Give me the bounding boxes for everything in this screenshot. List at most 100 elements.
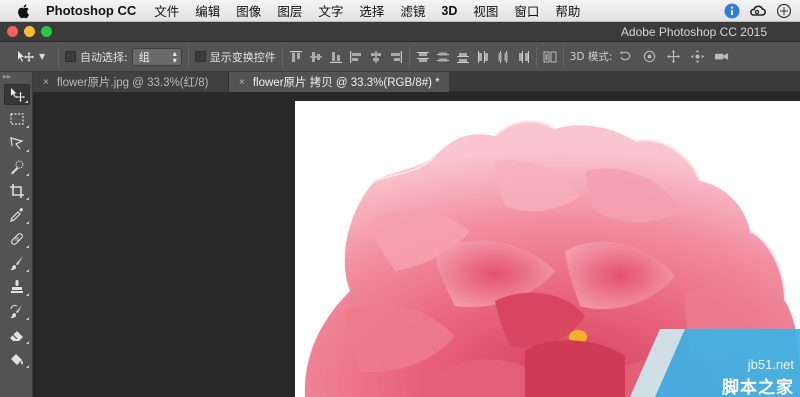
paint-bucket-tool-icon <box>11 353 23 365</box>
distribute-vcenter-icon[interactable] <box>436 50 450 64</box>
chevron-down-icon: ▼ <box>39 52 46 61</box>
3d-pan-icon[interactable] <box>666 49 681 64</box>
window-title: Adobe Photoshop CC 2015 <box>620 25 767 39</box>
divider <box>58 46 59 67</box>
document-tab-copy[interactable]: × flower原片 拷贝 @ 33.3%(RGB/8#) * <box>229 72 449 92</box>
brush-tool-icon <box>10 255 23 270</box>
align-bottom-icon[interactable] <box>329 50 343 64</box>
document-tab-original[interactable]: × flower原片.jpg @ 33.3%(红/8) <box>33 72 229 92</box>
divider <box>535 46 537 67</box>
tool-submenu-indicator <box>26 125 29 128</box>
divider <box>562 46 564 67</box>
menu-help[interactable]: 帮助 <box>555 1 580 20</box>
minimize-window-button[interactable] <box>24 26 35 37</box>
distribute-hcenter-icon[interactable] <box>496 50 510 64</box>
auto-select-value: 组 <box>138 50 150 64</box>
close-window-button[interactable] <box>7 26 18 37</box>
align-right-icon[interactable] <box>389 50 403 64</box>
distribute-bottom-icon[interactable] <box>456 50 470 64</box>
watermark-site-name: 脚本之家 <box>722 378 794 397</box>
lasso-tool[interactable] <box>4 132 30 153</box>
menu-type[interactable]: 文字 <box>318 1 343 20</box>
eraser-tool[interactable] <box>4 324 30 345</box>
close-tab-icon[interactable]: × <box>239 77 245 88</box>
updown-arrow-icon: ▴ ▾ <box>172 48 177 65</box>
divider <box>408 46 410 67</box>
title-bar: Adobe Photoshop CC 2015 <box>0 22 800 42</box>
tool-submenu-indicator <box>26 245 29 248</box>
move-tool[interactable] <box>4 84 30 105</box>
crop-tool-icon <box>10 183 24 198</box>
mac-menu-bar: Photoshop CC 文件 编辑 图像 图层 文字 选择 滤镜 3D 视图 … <box>0 0 800 22</box>
marquee-tool[interactable] <box>4 108 30 129</box>
healing-brush-tool-icon <box>11 232 23 245</box>
quick-selection-tool-icon <box>11 160 24 174</box>
menu-select[interactable]: 选择 <box>359 1 384 20</box>
tool-submenu-indicator <box>25 100 28 103</box>
tool-preset-picker[interactable]: ▼ <box>16 49 52 65</box>
tool-submenu-indicator <box>26 317 29 320</box>
clone-stamp-tool[interactable] <box>4 276 30 297</box>
show-transform-option[interactable]: 显示变换控件 <box>194 49 276 65</box>
menu-filter[interactable]: 滤镜 <box>400 1 425 20</box>
tab-label: flower原片.jpg @ 33.3%(红/8) <box>56 77 209 89</box>
menu-layer[interactable]: 图层 <box>277 1 302 20</box>
eraser-tool-icon <box>10 330 23 341</box>
auto-select-checkbox[interactable] <box>65 51 76 62</box>
align-vcenter-icon[interactable] <box>309 50 323 64</box>
tool-submenu-indicator <box>26 269 29 272</box>
3d-scale-camera-icon[interactable] <box>714 49 729 64</box>
tool-submenu-indicator <box>26 149 29 152</box>
toolbar-collapse-grip[interactable]: ▸▸ <box>0 72 32 82</box>
menu-tray <box>724 3 792 19</box>
healing-brush-tool[interactable] <box>4 228 30 249</box>
tab-label: flower原片 拷贝 @ 33.3%(RGB/8#) * <box>252 77 440 89</box>
3d-mode-label: 3D 模式: <box>569 51 613 63</box>
document-tab-bar: × flower原片.jpg @ 33.3%(红/8) × flower原片 拷… <box>33 72 800 92</box>
site-watermark: jb51.net 脚本之家 <box>630 329 800 397</box>
close-tab-icon[interactable]: × <box>43 77 49 88</box>
quick-selection-tool[interactable] <box>4 156 30 177</box>
marquee-tool-icon <box>10 112 24 125</box>
watermark-url: jb51.net <box>747 357 794 372</box>
brush-tool[interactable] <box>4 252 30 273</box>
distribute-top-icon[interactable] <box>416 50 430 64</box>
menu-3d[interactable]: 3D <box>441 4 457 18</box>
distribute-right-icon[interactable] <box>516 50 530 64</box>
auto-align-icon[interactable] <box>543 50 557 64</box>
show-transform-checkbox[interactable] <box>194 51 206 62</box>
tool-submenu-indicator <box>26 365 29 368</box>
3d-roll-icon[interactable] <box>642 49 657 64</box>
align-left-icon[interactable] <box>349 50 363 64</box>
clone-stamp-tool-icon <box>11 279 23 293</box>
tool-submenu-indicator <box>26 293 29 296</box>
paint-bucket-tool[interactable] <box>4 348 30 369</box>
distribute-buttons <box>416 50 530 64</box>
menu-file[interactable]: 文件 <box>154 1 179 20</box>
crop-tool[interactable] <box>4 180 30 201</box>
apple-icon[interactable] <box>16 3 32 19</box>
align-hcenter-icon[interactable] <box>369 50 383 64</box>
window-controls <box>7 26 52 37</box>
distribute-left-icon[interactable] <box>476 50 490 64</box>
menu-app-name[interactable]: Photoshop CC <box>46 3 136 18</box>
creative-cloud-icon[interactable] <box>750 3 766 19</box>
menu-edit[interactable]: 编辑 <box>195 1 220 20</box>
info-icon[interactable] <box>724 3 740 19</box>
3d-rotate-icon[interactable] <box>618 49 633 64</box>
lasso-tool-icon <box>10 136 24 149</box>
3d-mode-buttons <box>618 49 729 64</box>
eyedropper-tool[interactable] <box>4 204 30 225</box>
menu-window[interactable]: 窗口 <box>514 1 539 20</box>
menu-image[interactable]: 图像 <box>236 1 261 20</box>
align-top-icon[interactable] <box>289 50 303 64</box>
auto-select-option[interactable]: 自动选择: <box>65 49 128 65</box>
zoom-window-button[interactable] <box>41 26 52 37</box>
auto-select-dropdown[interactable]: 组 ▴ ▾ <box>131 47 182 66</box>
move-tool-icon <box>11 87 25 102</box>
3d-slide-icon[interactable] <box>690 49 705 64</box>
photoshop-window: Photoshop CC 文件 编辑 图像 图层 文字 选择 滤镜 3D 视图 … <box>0 0 800 397</box>
status-grid-icon[interactable] <box>776 3 792 19</box>
menu-view[interactable]: 视图 <box>473 1 498 20</box>
history-brush-tool[interactable] <box>4 300 30 321</box>
